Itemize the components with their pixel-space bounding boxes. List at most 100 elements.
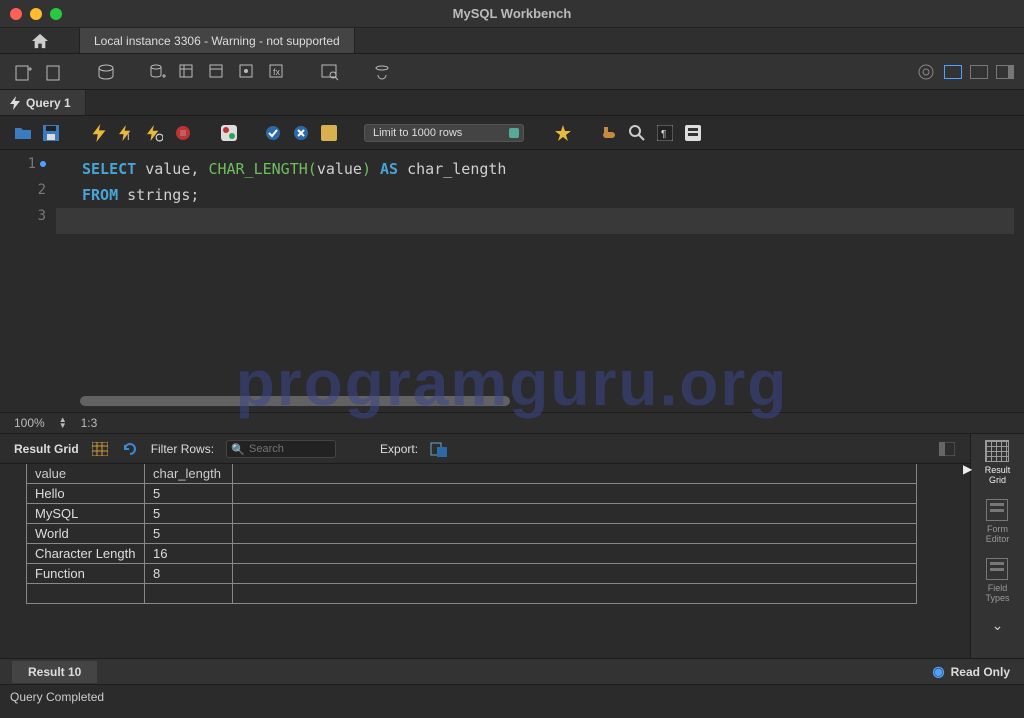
cell-pad [233,524,917,544]
cell-value[interactable]: MySQL [27,504,145,524]
alias-charlength: char_length [407,160,506,178]
result-tab[interactable]: Result 10 [12,661,97,683]
server-status-icon[interactable] [96,62,116,82]
create-procedure-icon[interactable] [238,62,258,82]
create-table-icon[interactable] [178,62,198,82]
wrap-cell-icon[interactable] [938,440,956,458]
toggle-right-panel-icon[interactable] [996,65,1014,79]
cell-pad [233,484,917,504]
field-types-icon [986,558,1008,580]
execute-current-icon[interactable]: I [118,124,136,142]
create-schema-icon[interactable] [148,62,168,82]
table-row[interactable]: Character Length16 [27,544,917,564]
export-label: Export: [380,442,418,456]
cell-value[interactable]: Function [27,564,145,584]
tbl-strings: strings [127,186,190,204]
result-grid-toggle-icon[interactable] [91,440,109,458]
cell-charlength[interactable]: 16 [145,544,233,564]
cell-empty[interactable] [145,584,233,604]
grid-icon [985,440,1009,462]
table-row[interactable]: MySQL5 [27,504,917,524]
window-title: MySQL Workbench [0,6,1024,21]
rollback-icon[interactable] [292,124,310,142]
editor-horizontal-scrollbar[interactable] [80,396,510,406]
row-limit-select[interactable]: Limit to 1000 rows [364,124,524,142]
col-header-charlength[interactable]: char_length [145,464,233,484]
arg-value: value [317,160,362,178]
export-icon[interactable] [430,440,448,458]
side-result-grid[interactable]: Result Grid [985,440,1011,485]
home-tab[interactable] [0,28,80,53]
chevron-down-icon[interactable]: ⌄ [992,617,1004,634]
zoom-stepper[interactable]: ▲▼ [59,417,67,429]
cell-charlength[interactable]: 8 [145,564,233,584]
search-table-data-icon[interactable] [320,62,340,82]
explain-icon[interactable] [146,124,164,142]
query-tab[interactable]: Query 1 [0,90,86,115]
current-line-highlight [56,208,1014,234]
invisible-chars-icon[interactable] [628,124,646,142]
cell-value[interactable]: Hello [27,484,145,504]
result-toolbar: Result Grid Filter Rows: 🔍 Export: [0,434,970,464]
search-icon: 🔍 [231,443,245,456]
side-field-types-label: Field Types [985,583,1009,603]
home-icon [31,33,49,49]
breakpoint-dot-icon [40,161,46,167]
cell-charlength[interactable]: 5 [145,484,233,504]
settings-icon[interactable] [916,62,936,82]
commit-icon[interactable] [264,124,282,142]
table-header-row: value char_length [27,464,917,484]
query-tabstrip: Query 1 [0,90,1024,116]
code-area[interactable]: SELECT value, CHAR_LENGTH(value) AS char… [82,156,1014,208]
query-tab-label: Query 1 [26,96,71,110]
reconnect-icon[interactable] [372,62,392,82]
cell-pad [233,504,917,524]
table-row[interactable]: Function8 [27,564,917,584]
kw-select: SELECT [82,160,136,178]
editor-toolbar: I Limit to 1000 rows ¶ [0,116,1024,150]
col-header-value[interactable]: value [27,464,145,484]
cell-value[interactable]: Character Length [27,544,145,564]
cell-pad [233,564,917,584]
table-row-empty[interactable] [27,584,917,604]
sql-editor[interactable]: 1 2 3 SELECT value, CHAR_LENGTH(value) A… [0,150,1024,412]
readonly-label: Read Only [951,665,1010,679]
open-sql-file-icon[interactable] [44,62,64,82]
side-caret-icon[interactable]: ▶ [963,462,972,476]
save-file-icon[interactable] [42,124,60,142]
table-row[interactable]: Hello5 [27,484,917,504]
readonly-dot-icon: ◉ [932,663,944,680]
snippets-icon[interactable] [684,124,702,142]
wrap-icon[interactable]: ¶ [656,124,674,142]
stop-icon[interactable] [174,124,192,142]
table-row[interactable]: World5 [27,524,917,544]
toggle-left-panel-icon[interactable] [944,65,962,79]
connection-tab-label: Local instance 3306 - Warning - not supp… [94,34,340,48]
col-value: value [145,160,190,178]
beautify-icon[interactable] [554,124,572,142]
toggle-bottom-panel-icon[interactable] [970,65,988,79]
new-sql-tab-icon[interactable] [14,62,34,82]
connection-tab[interactable]: Local instance 3306 - Warning - not supp… [80,28,355,53]
toggle-autocommit-icon[interactable] [220,124,238,142]
result-table[interactable]: value char_length Hello5MySQL5World5Char… [0,464,970,658]
open-file-icon[interactable] [14,124,32,142]
status-text: Query Completed [10,690,104,704]
form-icon [986,499,1008,521]
side-form-editor[interactable]: Form Editor [986,499,1010,544]
create-function-icon[interactable]: fx [268,62,288,82]
row-limit-label: Limit to 1000 rows [373,127,462,139]
kw-from: FROM [82,186,118,204]
execute-icon[interactable] [90,124,108,142]
cell-pad [233,584,917,604]
titlebar: MySQL Workbench [0,0,1024,28]
cell-empty[interactable] [27,584,145,604]
refresh-icon[interactable] [121,440,139,458]
find-icon[interactable] [600,124,618,142]
cell-charlength[interactable]: 5 [145,504,233,524]
toggle-whitespace-icon[interactable] [320,124,338,142]
cell-charlength[interactable]: 5 [145,524,233,544]
side-field-types[interactable]: Field Types [985,558,1009,603]
cell-value[interactable]: World [27,524,145,544]
create-view-icon[interactable] [208,62,228,82]
